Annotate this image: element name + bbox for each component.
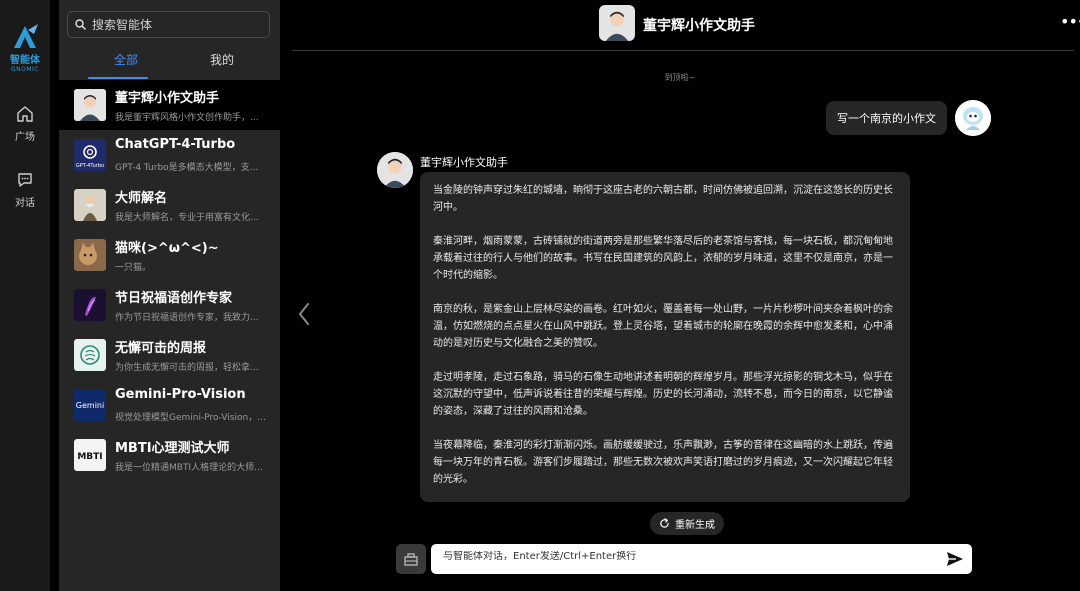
brand-subtitle: GNOMIC	[11, 66, 39, 73]
chat-title: 董宇辉小作文助手	[643, 18, 755, 34]
header-avatar	[599, 5, 635, 41]
tab-mine[interactable]: 我的	[210, 51, 234, 68]
search-icon	[75, 19, 86, 30]
agent-tabs: 全部 我的	[59, 50, 280, 80]
person-avatar-icon	[74, 89, 106, 121]
bot-avatar	[377, 152, 413, 188]
robot-avatar-icon	[955, 100, 991, 136]
tab-active-indicator	[88, 77, 148, 79]
agent-list-panel: 全部 我的 董宇辉小作文助手 我是董宇辉风格小作文创作助手，... GPT-4T…	[59, 0, 280, 591]
agent-desc: 一只猫。	[115, 263, 152, 273]
top-reached-hint: 到顶啦~	[664, 73, 696, 82]
send-icon	[947, 552, 963, 566]
bot-message: 当金陵的钟声穿过朱红的城墙，晌彻于这座古老的六朝古都，时间仿佛被追回溯，沉淀在这…	[420, 172, 910, 502]
rail-item-plaza[interactable]: 广场	[0, 105, 50, 143]
brain-avatar-icon	[74, 339, 106, 371]
logo-icon	[14, 24, 38, 48]
agent-name: Gemini-Pro-Vision	[115, 387, 246, 402]
agent-desc: 视觉处理模型Gemini-Pro-Vision，...	[115, 413, 266, 423]
message-input[interactable]	[443, 551, 923, 562]
agent-name: 董宇辉小作文助手	[115, 91, 220, 106]
agent-item-chatgpt4turbo[interactable]: GPT-4Turbo ChatGPT-4-Turbo GPT-4 Turbo是多…	[59, 130, 280, 180]
brand-logo[interactable]: 智能体 GNOMIC	[5, 22, 45, 74]
agent-badge: GPT-4Turbo	[76, 163, 104, 169]
agent-desc: 为你生成无懈可击的周报，轻松拿...	[115, 363, 259, 373]
agent-avatar: Gemini	[74, 389, 106, 421]
brand-name: 智能体	[10, 55, 40, 66]
agent-avatar	[74, 189, 106, 221]
agent-avatar	[74, 289, 106, 321]
agent-avatar	[74, 339, 106, 371]
agent-desc: 我是董宇辉风格小作文创作助手，...	[115, 113, 259, 123]
mbti-logo-icon: MBTI	[74, 439, 106, 471]
agent-avatar	[74, 239, 106, 271]
agent-desc: 作为节日祝福语创作专家，我致力...	[115, 313, 259, 323]
bot-paragraph: 当金陵的钟声穿过朱红的城墙，晌彻于这座古老的六朝古都，时间仿佛被追回溯，沉淀在这…	[433, 185, 893, 213]
home-icon	[17, 106, 33, 122]
bot-paragraph: 当夜幕降临，秦淮河的彩灯渐渐闪烁。画舫缓缓驶过，乐声飘渺，古筝的音律在这幽暗的水…	[433, 440, 893, 485]
toolbox-button[interactable]	[396, 544, 426, 574]
gemini-logo-icon: Gemini	[74, 389, 106, 421]
bot-name: 董宇辉小作文助手	[420, 156, 508, 169]
chat-header: 董宇辉小作文助手 •••	[292, 0, 1080, 51]
message-input-box[interactable]	[431, 544, 972, 574]
toolbox-icon	[404, 553, 418, 566]
left-rail: 智能体 GNOMIC 广场 对话	[0, 0, 50, 591]
agent-name: MBTI心理测试大师	[115, 441, 230, 456]
regenerate-button[interactable]: 重新生成	[650, 512, 724, 535]
agent-badge: Gemini	[76, 401, 104, 410]
user-avatar	[955, 100, 991, 136]
sage-avatar-icon	[74, 189, 106, 221]
bot-paragraph: 走过明孝陵，走过石象路，骑马的石像生动地讲述着明朝的辉煌岁月。那些浮光掠影的铜戈…	[433, 372, 893, 417]
chat-area: 董宇辉小作文助手 ••• 到顶啦~ 写一个南京的小作文 董宇辉小作文助手 当金陵…	[280, 0, 1080, 591]
rail-item-chat[interactable]: 对话	[0, 171, 50, 209]
agent-name: 大师解名	[115, 191, 168, 206]
rail-item-plaza-label: 广场	[15, 132, 35, 143]
agent-name: 节日祝福语创作专家	[115, 291, 233, 306]
person-avatar-icon	[377, 152, 413, 188]
agent-item-mbti[interactable]: MBTI MBTI心理测试大师 我是一位精通MBTI人格理论的大师...	[59, 430, 280, 480]
refresh-icon	[660, 518, 669, 528]
agent-item-cat[interactable]: 猫咪(>^ω^<)~ 一只猫。	[59, 230, 280, 280]
agent-item-gemini[interactable]: Gemini Gemini-Pro-Vision 视觉处理模型Gemini-Pr…	[59, 380, 280, 430]
agent-avatar: MBTI	[74, 439, 106, 471]
chat-icon	[18, 173, 32, 187]
agent-desc: 我是一位精通MBTI人格理论的大师...	[115, 463, 263, 473]
festival-avatar-icon	[74, 289, 106, 321]
agent-name: 猫咪(>^ω^<)~	[115, 241, 219, 256]
openai-logo-icon: GPT-4Turbo	[74, 139, 106, 171]
agent-badge: MBTI	[77, 452, 102, 462]
person-avatar-icon	[599, 5, 635, 41]
search-input[interactable]	[92, 17, 262, 32]
agent-desc: 我是大师解名，专业于用富有文化...	[115, 213, 259, 223]
user-message: 写一个南京的小作文	[826, 101, 947, 135]
agent-name: ChatGPT-4-Turbo	[115, 137, 236, 152]
agent-item-name-master[interactable]: 大师解名 我是大师解名，专业于用富有文化...	[59, 180, 280, 230]
agent-item-weekly-report[interactable]: 无懈可击的周报 为你生成无懈可击的周报，轻松拿...	[59, 330, 280, 380]
agent-avatar: GPT-4Turbo	[74, 139, 106, 171]
chevron-left-icon	[298, 303, 309, 325]
cat-avatar-icon	[74, 239, 106, 271]
bot-paragraph: 南京的秋，是紫金山上层林尽染的画卷。红叶如火，覆盖着每一处山野，一片片秒椤叶间夹…	[433, 304, 893, 349]
bot-paragraph: 秦淮河畔，烟雨蒙蒙，古砖铺就的街道两旁是那些繁华落尽后的老茶馆与客栈，每一块石板…	[433, 236, 893, 281]
agent-desc: GPT-4 Turbo是多模态大模型，支...	[115, 163, 259, 173]
more-options-icon[interactable]: •••	[1060, 12, 1080, 31]
collapse-panel-button[interactable]	[297, 302, 311, 330]
agent-item-festival[interactable]: 节日祝福语创作专家 作为节日祝福语创作专家，我致力...	[59, 280, 280, 330]
agent-item-dongyuhui[interactable]: 董宇辉小作文助手 我是董宇辉风格小作文创作助手，...	[59, 80, 280, 130]
tab-all[interactable]: 全部	[114, 51, 138, 68]
send-button[interactable]	[946, 550, 964, 572]
search-box[interactable]	[67, 11, 270, 38]
agent-name: 无懈可击的周报	[115, 341, 207, 356]
agent-avatar	[74, 89, 106, 121]
rail-item-chat-label: 对话	[15, 198, 35, 209]
regenerate-label: 重新生成	[675, 520, 715, 531]
